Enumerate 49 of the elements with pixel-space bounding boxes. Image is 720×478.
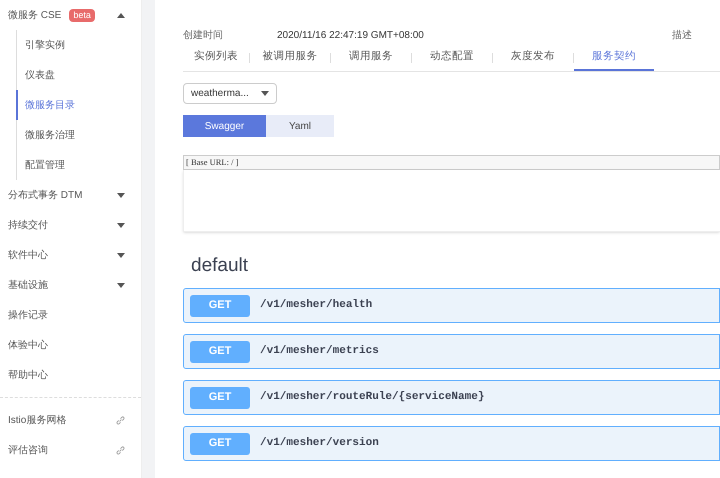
field-value: 2020/11/16 22:47:19 GMT+08:00 xyxy=(277,28,424,42)
caret-down-icon xyxy=(261,91,269,96)
sidebar-subitem[interactable]: 微服务治理 xyxy=(16,120,141,150)
link-icon xyxy=(116,446,125,454)
sidebar-item[interactable]: Istio服务网格 xyxy=(0,405,141,435)
base-url-bar: [ Base URL: / ] xyxy=(183,155,720,170)
tab[interactable]: 动态配置 xyxy=(412,44,492,71)
sidebar-item[interactable]: 分布式事务 DTM xyxy=(0,180,141,210)
tab[interactable]: 实例列表 xyxy=(183,44,249,71)
field-label: 创建时间 xyxy=(183,28,224,42)
endpoint-row[interactable]: GET /v1/mesher/metrics xyxy=(183,334,720,369)
endpoint-path: /v1/mesher/health xyxy=(260,298,372,314)
sidebar-item[interactable]: 基础设施 xyxy=(0,270,141,300)
caret-down-icon xyxy=(117,282,125,288)
format-tab[interactable]: Yaml xyxy=(266,115,334,137)
caret-down-icon xyxy=(117,192,125,198)
endpoint-row[interactable]: GET /v1/mesher/health xyxy=(183,288,720,323)
tab[interactable]: 服务契约 xyxy=(574,44,654,71)
caret-down-icon xyxy=(117,252,125,258)
sidebar-item[interactable]: 软件中心 xyxy=(0,240,141,270)
sidebar-item[interactable]: 持续交付 xyxy=(0,210,141,240)
tab[interactable]: 调用服务 xyxy=(331,44,411,71)
sidebar-item[interactable]: 体验中心 xyxy=(0,330,141,360)
endpoint-path: /v1/mesher/metrics xyxy=(260,344,379,360)
sidebar-subitem[interactable]: 仪表盘 xyxy=(16,60,141,90)
beta-badge: beta xyxy=(69,8,95,22)
sidebar-subitem[interactable]: 配置管理 xyxy=(16,150,141,180)
endpoint-row[interactable]: GET /v1/mesher/version xyxy=(183,426,720,461)
version-select[interactable]: weatherma... xyxy=(183,83,277,104)
link-icon xyxy=(116,416,125,424)
format-tab[interactable]: Swagger xyxy=(183,115,266,137)
sidebar-item[interactable]: 评估咨询 xyxy=(0,435,141,465)
sidebar-item[interactable]: 微服务 CSE beta xyxy=(0,0,141,30)
method-badge: GET xyxy=(190,340,250,362)
tab[interactable]: 被调用服务 xyxy=(250,44,330,71)
field-label: 描述 xyxy=(672,28,693,42)
tab[interactable]: 灰度发布 xyxy=(493,44,573,71)
endpoint-row[interactable]: GET /v1/mesher/routeRule/{serviceName} xyxy=(183,380,720,415)
method-badge: GET xyxy=(190,432,250,454)
endpoint-path: /v1/mesher/version xyxy=(260,436,379,452)
caret-down-icon xyxy=(117,222,125,228)
sidebar-item[interactable]: 帮助中心 xyxy=(0,360,141,390)
section-title: default xyxy=(190,254,250,278)
endpoint-path: /v1/mesher/routeRule/{serviceName} xyxy=(260,390,484,406)
method-badge: GET xyxy=(190,386,250,408)
sidebar-subitem[interactable]: 引擎实例 xyxy=(16,30,141,60)
sidebar-item[interactable]: 操作记录 xyxy=(0,300,141,330)
method-badge: GET xyxy=(190,294,250,316)
caret-up-icon xyxy=(117,12,125,18)
